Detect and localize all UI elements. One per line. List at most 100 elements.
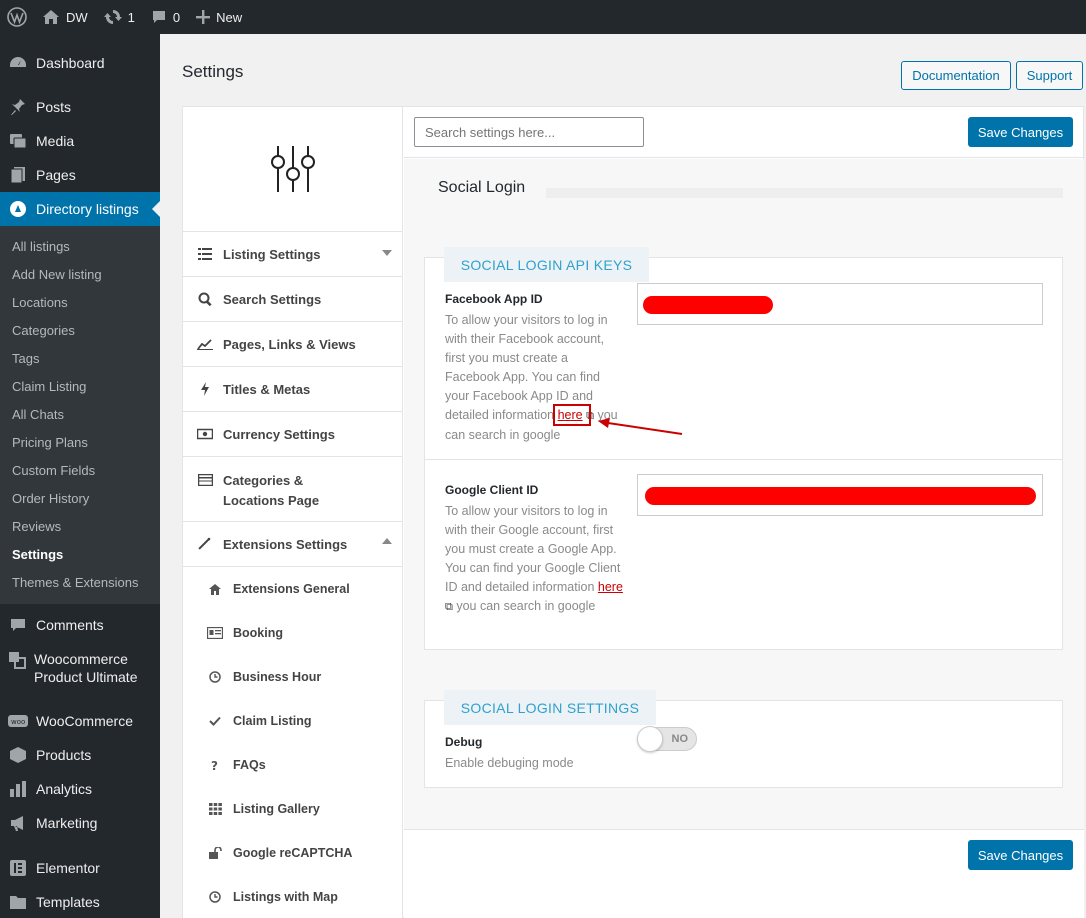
chevron-up-icon[interactable] <box>382 538 392 544</box>
clock-icon <box>207 891 223 903</box>
menu-woocommerce-product-ultimate[interactable]: Woocommerce Product Ultimate <box>0 642 160 696</box>
nav-categories-locations-page[interactable]: Categories & Locations Page <box>183 457 402 522</box>
nav-sub-listings-with-map[interactable]: Listings with Map <box>183 875 402 918</box>
submenu-reviews[interactable]: Reviews <box>0 512 160 540</box>
support-button[interactable]: Support <box>1016 61 1083 90</box>
line-chart-icon <box>197 338 213 350</box>
nav-label: Extensions General <box>233 582 350 596</box>
new-content-link[interactable]: New <box>188 0 250 34</box>
submenu-custom-fields[interactable]: Custom Fields <box>0 456 160 484</box>
box-icon <box>8 745 28 765</box>
nav-sub-faqs[interactable]: ? FAQs <box>183 743 402 787</box>
admin-bar: DW 1 0 New <box>0 0 1086 34</box>
menu-pages[interactable]: Pages <box>0 158 160 192</box>
menu-directory-listings[interactable]: Directory listings <box>0 192 160 226</box>
search-icon <box>197 292 213 306</box>
nav-titles-metas[interactable]: Titles & Metas <box>183 367 402 412</box>
toggle-knob <box>637 726 663 752</box>
submenu-tags[interactable]: Tags <box>0 344 160 372</box>
debug-label: Debug <box>445 735 483 749</box>
nav-label: Extensions Settings <box>223 536 348 552</box>
menu-dashboard[interactable]: Dashboard <box>0 46 160 80</box>
nav-pages-links-views[interactable]: Pages, Links & Views <box>183 322 402 367</box>
nav-search-settings[interactable]: Search Settings <box>183 277 402 322</box>
documentation-button[interactable]: Documentation <box>901 61 1011 90</box>
nav-extensions-settings[interactable]: Extensions Settings <box>183 522 402 567</box>
menu-label: Dashboard <box>36 55 105 71</box>
nav-currency-settings[interactable]: Currency Settings <box>183 412 402 457</box>
sliders-icon <box>270 146 315 192</box>
home-icon <box>43 10 59 24</box>
bar-chart-icon <box>8 779 28 799</box>
bolt-icon <box>197 382 213 396</box>
menu-posts[interactable]: Posts <box>0 90 160 124</box>
nav-label: Pages, Links & Views <box>223 336 356 352</box>
directory-icon <box>8 199 28 219</box>
login-settings-tab: SOCIAL LOGIN SETTINGS <box>444 690 656 725</box>
refresh-icon <box>103 10 122 24</box>
submenu-settings[interactable]: Settings <box>0 540 160 568</box>
comment-icon <box>152 11 165 23</box>
submenu-order-history[interactable]: Order History <box>0 484 160 512</box>
media-icon <box>8 131 28 151</box>
comments-link[interactable]: 0 <box>143 0 188 34</box>
menu-analytics[interactable]: Analytics <box>0 772 160 806</box>
site-name-link[interactable]: DW <box>34 0 96 34</box>
redaction-mark <box>645 487 1036 505</box>
question-icon: ? <box>207 759 223 771</box>
updates-link[interactable]: 1 <box>96 0 143 34</box>
save-changes-button-top[interactable]: Save Changes <box>968 117 1073 147</box>
table-icon <box>197 474 213 486</box>
google-client-id-input[interactable] <box>637 474 1043 516</box>
submenu-add-new-listing[interactable]: Add New listing <box>0 260 160 288</box>
home-icon <box>207 583 223 595</box>
magic-wand-icon <box>197 537 213 551</box>
save-changes-button-bottom[interactable]: Save Changes <box>968 840 1073 870</box>
submenu-all-listings[interactable]: All listings <box>0 232 160 260</box>
comments-count: 0 <box>172 9 181 25</box>
nav-sub-extensions-general[interactable]: Extensions General <box>183 567 402 611</box>
wordpress-logo-icon[interactable] <box>0 0 34 34</box>
submenu-locations[interactable]: Locations <box>0 288 160 316</box>
check-icon <box>207 716 223 726</box>
menu-label: Templates <box>36 894 100 910</box>
svg-text:woo: woo <box>11 718 25 726</box>
menu-marketing[interactable]: Marketing <box>0 806 160 840</box>
menu-label: Directory listings <box>36 201 139 217</box>
nav-sub-google-recaptcha[interactable]: Google reCAPTCHA <box>183 831 402 875</box>
nav-sub-listing-gallery[interactable]: Listing Gallery <box>183 787 402 831</box>
facebook-app-id-input[interactable] <box>637 283 1043 325</box>
menu-comments[interactable]: Comments <box>0 608 160 642</box>
menu-media[interactable]: Media <box>0 124 160 158</box>
menu-label: Posts <box>36 99 72 115</box>
grid-icon <box>207 803 223 815</box>
pages-icon <box>8 165 28 185</box>
menu-templates[interactable]: Templates <box>0 885 160 918</box>
nav-sub-booking[interactable]: Booking <box>183 611 402 655</box>
external-link-icon: ⧉ <box>445 601 453 613</box>
nav-sub-business-hour[interactable]: Business Hour <box>183 655 402 699</box>
menu-products[interactable]: Products <box>0 738 160 772</box>
submenu-claim-listing[interactable]: Claim Listing <box>0 372 160 400</box>
menu-label: Comments <box>36 617 104 633</box>
annotation-arrow-icon <box>598 418 683 435</box>
chevron-down-icon[interactable] <box>382 250 392 256</box>
menu-elementor[interactable]: Elementor <box>0 851 160 885</box>
woocommerce-icon: woo <box>8 711 28 731</box>
menu-woocommerce[interactable]: woo WooCommerce <box>0 704 160 738</box>
nav-label: Listings with Map <box>233 890 338 904</box>
submenu-themes-extensions[interactable]: Themes & Extensions <box>0 568 160 596</box>
nav-listing-settings[interactable]: Listing Settings <box>183 232 402 277</box>
submenu-categories[interactable]: Categories <box>0 316 160 344</box>
menu-label: Products <box>36 747 92 763</box>
settings-main: Save Changes Social Login Facebook App I… <box>404 107 1084 918</box>
debug-toggle[interactable]: NO <box>637 726 697 752</box>
nav-sub-claim-listing[interactable]: Claim Listing <box>183 699 402 743</box>
nav-label: Claim Listing <box>233 714 312 728</box>
google-here-link[interactable]: here <box>598 580 623 594</box>
search-settings-input[interactable] <box>414 117 644 147</box>
nav-label: Search Settings <box>223 291 322 307</box>
dashboard-icon <box>8 53 28 73</box>
submenu-all-chats[interactable]: All Chats <box>0 400 160 428</box>
submenu-pricing-plans[interactable]: Pricing Plans <box>0 428 160 456</box>
